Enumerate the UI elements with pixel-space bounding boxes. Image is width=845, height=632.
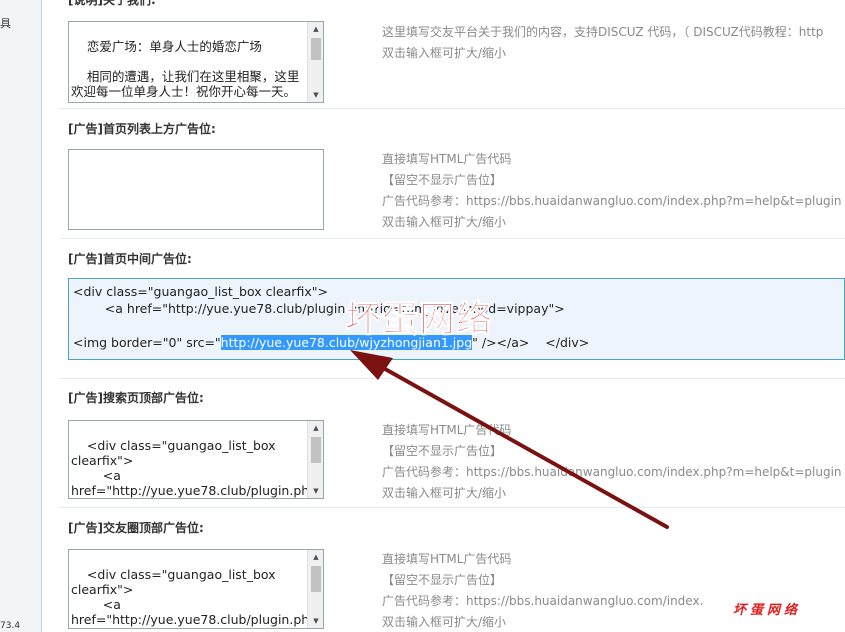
tip-line: 双击输入框可扩大/缩小 bbox=[382, 486, 507, 500]
search-top-ad-textarea[interactable]: <div class="guangao_list_box clearfix"> … bbox=[68, 420, 324, 499]
about-tips: 这里填写交友平台关于我们的内容，支持DISCUZ 代码，（ DISCUZ代码教程… bbox=[382, 22, 845, 64]
textarea-scrollbar[interactable]: ▲ ▼ bbox=[307, 421, 323, 498]
textarea-scrollbar[interactable]: ▲ ▼ bbox=[307, 550, 323, 628]
tip-line: 直接填写HTML广告代码 bbox=[382, 552, 512, 566]
circle-top-ad-textarea[interactable]: <div class="guangao_list_box clearfix"> … bbox=[68, 549, 324, 629]
left-sidebar: 具 73.4 bbox=[0, 0, 42, 632]
index-top-ad-textarea[interactable] bbox=[68, 149, 324, 230]
corner-logo: 坏蛋网络 bbox=[733, 603, 802, 618]
sidebar-version-label: 73.4 bbox=[0, 621, 21, 631]
search-top-ad-tips: 直接填写HTML广告代码 【留空不显示广告位】 广告代码参考：https://b… bbox=[382, 420, 845, 504]
tip-line: 这里填写交友平台关于我们的内容，支持DISCUZ 代码，（ DISCUZ代码教程… bbox=[382, 25, 824, 39]
tip-line: 广告代码参考：https://bbs.huaidanwangluo.com/in… bbox=[382, 465, 842, 479]
setting-title-index-top-ad: [广告]首页列表上方广告位: bbox=[68, 122, 216, 136]
setting-row-circle-top-ad: [广告]交友圈顶部广告位: <div class="guangao_list_b… bbox=[60, 508, 845, 632]
tip-line: 双击输入框可扩大/缩小 bbox=[382, 215, 507, 229]
watermark-text: 坏蛋网络 bbox=[344, 299, 494, 341]
circle-top-ad-tips: 直接填写HTML广告代码 【留空不显示广告位】 广告代码参考：https://b… bbox=[382, 549, 845, 632]
tip-line: 广告代码参考：https://bbs.huaidanwangluo.com/in… bbox=[382, 194, 842, 208]
sidebar-label: 具 bbox=[0, 17, 11, 30]
scroll-down-arrow-icon[interactable]: ▼ bbox=[308, 614, 323, 628]
setting-row-search-top-ad: [广告]搜索页顶部广告位: <div class="guangao_list_b… bbox=[60, 379, 845, 508]
scroll-up-arrow-icon[interactable]: ▲ bbox=[308, 550, 323, 564]
setting-title-search-top-ad: [广告]搜索页顶部广告位: bbox=[68, 391, 204, 405]
tip-line: 【留空不显示广告位】 bbox=[382, 173, 503, 187]
tip-line: 直接填写HTML广告代码 bbox=[382, 152, 512, 166]
code-line-img-prefix: <img border="0" src=" bbox=[73, 335, 221, 350]
tip-line: 直接填写HTML广告代码 bbox=[382, 423, 512, 437]
scroll-thumb[interactable] bbox=[311, 566, 321, 592]
setting-title-about: [说明]关于我们: bbox=[68, 0, 156, 7]
setting-title-index-middle-ad: [广告]首页中间广告位: bbox=[68, 252, 192, 266]
scroll-thumb[interactable] bbox=[311, 38, 321, 60]
circle-top-ad-textarea-text: <div class="guangao_list_box clearfix"> … bbox=[71, 567, 324, 628]
scroll-up-arrow-icon[interactable]: ▲ bbox=[308, 421, 323, 435]
setting-title-circle-top-ad: [广告]交友圈顶部广告位: bbox=[68, 521, 204, 535]
scroll-thumb[interactable] bbox=[311, 437, 321, 463]
setting-row-index-top-ad: [广告]首页列表上方广告位: 直接填写HTML广告代码 【留空不显示广告位】 广… bbox=[60, 109, 845, 239]
scroll-up-arrow-icon[interactable]: ▲ bbox=[308, 22, 323, 36]
setting-row-about: [说明]关于我们: 恋爱广场：单身人士的婚恋广场 相同的遭遇，让我们在这里相聚，… bbox=[60, 0, 845, 109]
scroll-down-arrow-icon[interactable]: ▼ bbox=[308, 484, 323, 498]
code-line: <div class="guangao_list_box clearfix"> bbox=[73, 284, 328, 299]
tip-line: 【留空不显示广告位】 bbox=[382, 444, 503, 458]
tip-line: 双击输入框可扩大/缩小 bbox=[382, 46, 507, 60]
about-textarea-text: 恋爱广场：单身人士的婚恋广场 相同的遭遇，让我们在这里相聚，这里欢迎每一位单身人… bbox=[71, 39, 300, 99]
textarea-scrollbar[interactable]: ▲ ▼ bbox=[307, 22, 323, 102]
scroll-down-arrow-icon[interactable]: ▼ bbox=[308, 88, 323, 102]
about-textarea[interactable]: 恋爱广场：单身人士的婚恋广场 相同的遭遇，让我们在这里相聚，这里欢迎每一位单身人… bbox=[68, 21, 324, 103]
index-top-ad-tips: 直接填写HTML广告代码 【留空不显示广告位】 广告代码参考：https://b… bbox=[382, 149, 845, 233]
search-top-ad-textarea-text: <div class="guangao_list_box clearfix"> … bbox=[71, 438, 324, 498]
tip-line: 【留空不显示广告位】 bbox=[382, 573, 503, 587]
